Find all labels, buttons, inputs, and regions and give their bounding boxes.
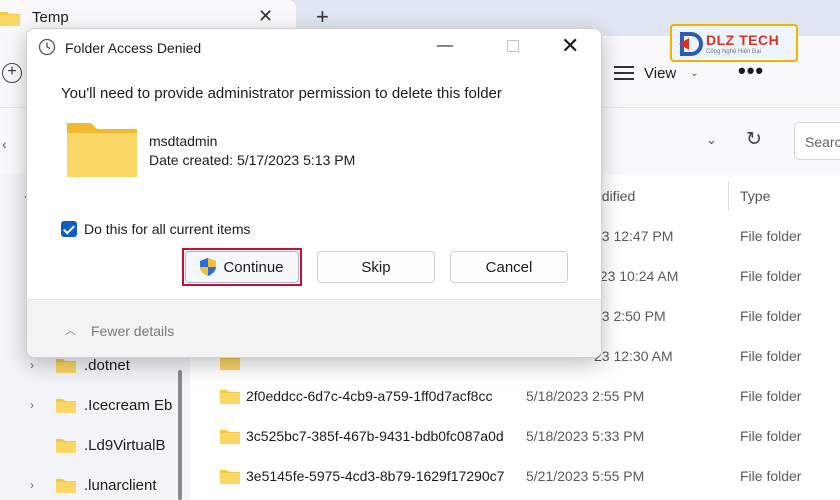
dialog-footer: ︿ Fewer details	[27, 299, 601, 357]
folder-icon	[220, 430, 240, 444]
minimize-icon[interactable]: —	[437, 37, 453, 55]
file-date: 5/18/2023 2:55 PM	[526, 388, 645, 404]
logo-icon	[679, 32, 703, 56]
chevron-right-icon[interactable]: ›	[30, 478, 46, 492]
column-type[interactable]: Type	[740, 188, 770, 204]
tab-title: Temp	[32, 9, 69, 26]
uac-shield-icon	[200, 258, 217, 276]
apply-all-checkbox[interactable]	[61, 221, 77, 237]
folder-icon	[220, 390, 240, 404]
folder-icon	[67, 123, 137, 177]
logo-text: DLZ TECH	[706, 32, 780, 48]
continue-label: Continue	[223, 258, 284, 276]
file-name: 3e5145fe-5975-4cd3-8b79-1629f17290c7	[246, 468, 505, 484]
search-input[interactable]: Search	[794, 122, 840, 160]
folder-icon	[56, 439, 76, 453]
table-row[interactable]: 3e5145fe-5975-4cd3-8b79-1629f17290c7 5/2…	[190, 456, 840, 496]
dialog-message: You'll need to provide administrator per…	[61, 85, 502, 102]
sidebar-item[interactable]: › .lunarclient	[30, 470, 200, 500]
view-list-icon	[614, 66, 634, 80]
chevron-down-icon[interactable]: ⌄	[706, 132, 717, 148]
column-divider[interactable]	[728, 182, 729, 210]
file-type: File folder	[740, 428, 802, 444]
file-date: 5/18/2023 5:33 PM	[526, 428, 645, 444]
folder-access-denied-dialog: Folder Access Denied — ✕ You'll need to …	[26, 28, 602, 358]
sidebar-item-label: .dotnet	[84, 356, 130, 374]
view-button[interactable]: View ⌄	[614, 62, 699, 84]
dialog-titlebar: Folder Access Denied — ✕	[27, 29, 601, 67]
search-placeholder: Search	[805, 134, 840, 150]
logo-subtitle: Công Nghệ Hiện Đại	[706, 49, 762, 55]
close-icon[interactable]: ✕	[258, 6, 273, 27]
new-tab-button[interactable]: +	[316, 4, 329, 30]
continue-button[interactable]: Continue	[185, 251, 299, 283]
chevron-right-icon[interactable]: ›	[30, 398, 46, 412]
file-name: 2f0eddcc-6d7c-4cb9-a759-1ff0d7acf8cc	[246, 388, 493, 404]
refresh-icon[interactable]: ↻	[746, 128, 762, 151]
file-type: File folder	[740, 348, 802, 364]
folder-icon	[220, 470, 240, 484]
dialog-title: Folder Access Denied	[65, 40, 202, 56]
table-row[interactable]: 3c525bc7-385f-467b-9431-bdb0fc087a0d 5/1…	[190, 416, 840, 456]
chevron-up-icon[interactable]: ︿	[65, 322, 76, 338]
file-date: 23 12:47 PM	[594, 228, 674, 244]
new-button[interactable]: +	[2, 63, 22, 83]
folder-name: msdtadmin	[149, 133, 218, 149]
sidebar-item[interactable]: .Ld9VirtualB	[30, 430, 200, 460]
fewer-details-link[interactable]: Fewer details	[91, 323, 174, 339]
file-name: 3c525bc7-385f-467b-9431-bdb0fc087a0d	[246, 428, 504, 444]
file-type: File folder	[740, 308, 802, 324]
chevron-down-icon: ⌄	[690, 67, 699, 79]
chevron-left-icon[interactable]: ‹	[2, 136, 7, 152]
table-row[interactable]: 2f0eddcc-6d7c-4cb9-a759-1ff0d7acf8cc 5/1…	[190, 376, 840, 416]
close-icon[interactable]: ✕	[561, 33, 579, 59]
view-label: View	[644, 64, 677, 82]
sidebar-item-label: .lunarclient	[84, 476, 157, 494]
file-date: 23 12:30 AM	[594, 348, 673, 364]
sidebar-item-label: .Ld9VirtualB	[84, 436, 166, 454]
sidebar-item[interactable]: › .Icecream Eb	[30, 390, 200, 420]
clock-icon	[38, 38, 56, 56]
file-date: 023 10:24 AM	[592, 268, 679, 284]
file-type: File folder	[740, 388, 802, 404]
maximize-icon	[507, 40, 519, 52]
watermark-logo: DLZ TECH Công Nghệ Hiện Đại	[670, 24, 798, 62]
file-type: File folder	[740, 468, 802, 484]
file-type: File folder	[740, 228, 802, 244]
folder-icon	[0, 12, 20, 26]
folder-icon	[56, 479, 76, 493]
sidebar-scrollbar[interactable]	[178, 370, 182, 500]
skip-button[interactable]: Skip	[317, 251, 435, 283]
file-date: 23 2:50 PM	[594, 308, 666, 324]
folder-icon	[56, 399, 76, 413]
chevron-right-icon[interactable]: ›	[30, 358, 46, 372]
cancel-button[interactable]: Cancel	[450, 251, 568, 283]
apply-all-label[interactable]: Do this for all current items	[84, 221, 251, 237]
folder-icon	[56, 359, 76, 373]
folder-date-created: Date created: 5/17/2023 5:13 PM	[149, 152, 356, 168]
file-date: 5/21/2023 5:55 PM	[526, 468, 645, 484]
sidebar-item-label: .Icecream Eb	[84, 396, 173, 414]
file-type: File folder	[740, 268, 802, 284]
